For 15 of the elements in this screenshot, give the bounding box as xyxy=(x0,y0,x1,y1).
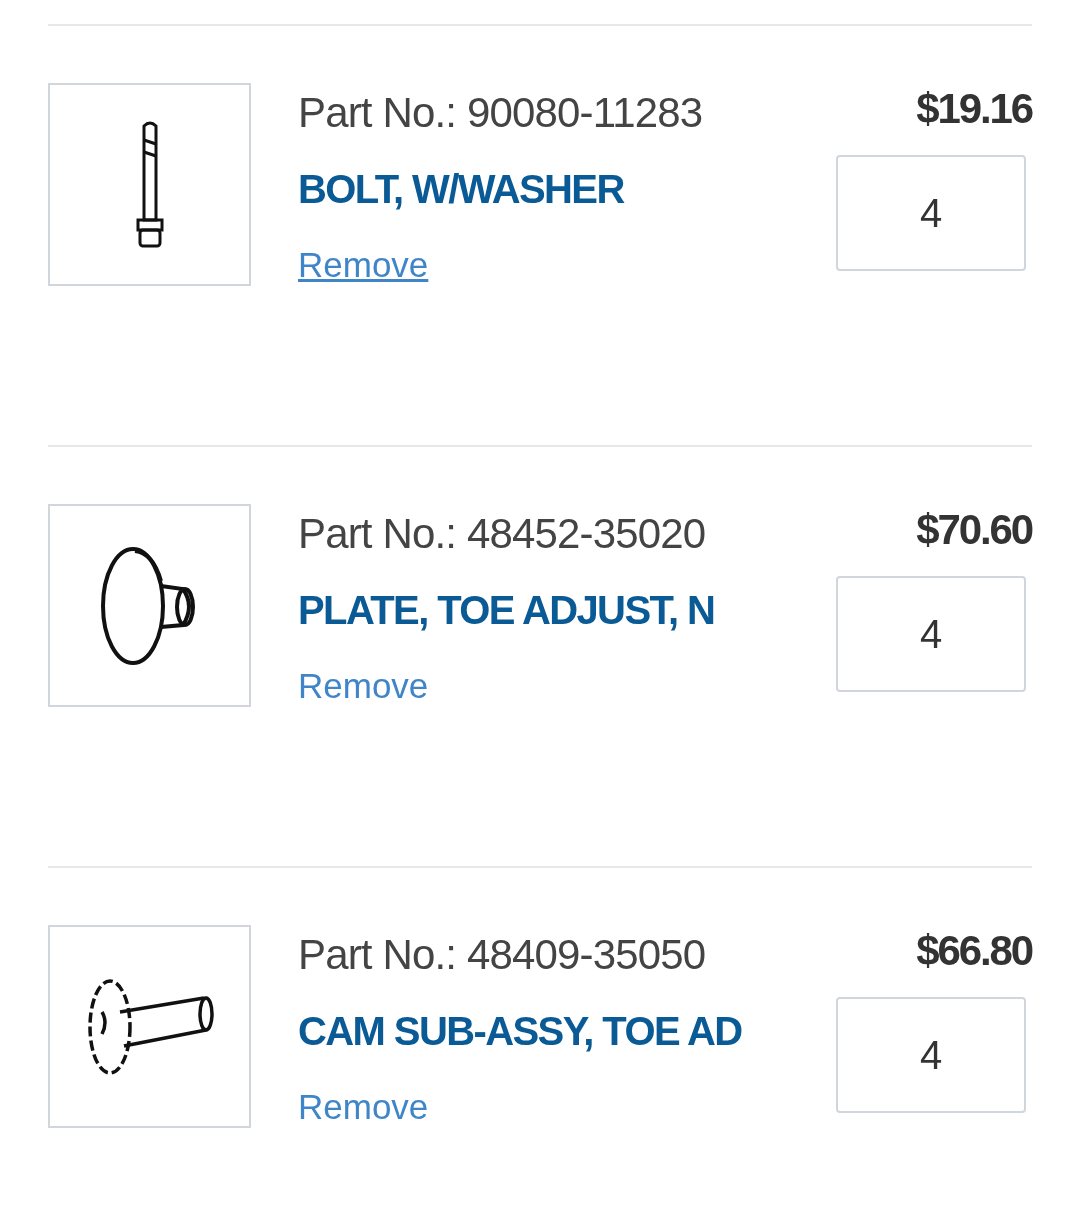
price: $70.60 xyxy=(916,505,1032,555)
remove-link[interactable]: Remove xyxy=(298,243,429,287)
price: $66.80 xyxy=(916,926,1032,976)
part-name-link[interactable]: CAM SUB-ASSY, TOE AD xyxy=(298,1007,742,1055)
quantity-field[interactable]: 4 xyxy=(836,576,1026,692)
part-name-link[interactable]: PLATE, TOE ADJUST, N xyxy=(298,586,715,634)
quantity-field[interactable]: 4 xyxy=(836,155,1026,271)
part-number: Part No.: 90080-11283 xyxy=(298,88,704,138)
quantity-field[interactable]: 4 xyxy=(836,997,1026,1113)
part-number: Part No.: 48452-35020 xyxy=(298,509,707,559)
price: $19.16 xyxy=(916,84,1032,134)
remove-link[interactable]: Remove xyxy=(298,1085,429,1129)
remove-link[interactable]: Remove xyxy=(298,664,429,708)
part-name-link[interactable]: BOLT, W/WASHER xyxy=(298,165,624,213)
part-number: Part No.: 48409-35050 xyxy=(298,930,707,980)
